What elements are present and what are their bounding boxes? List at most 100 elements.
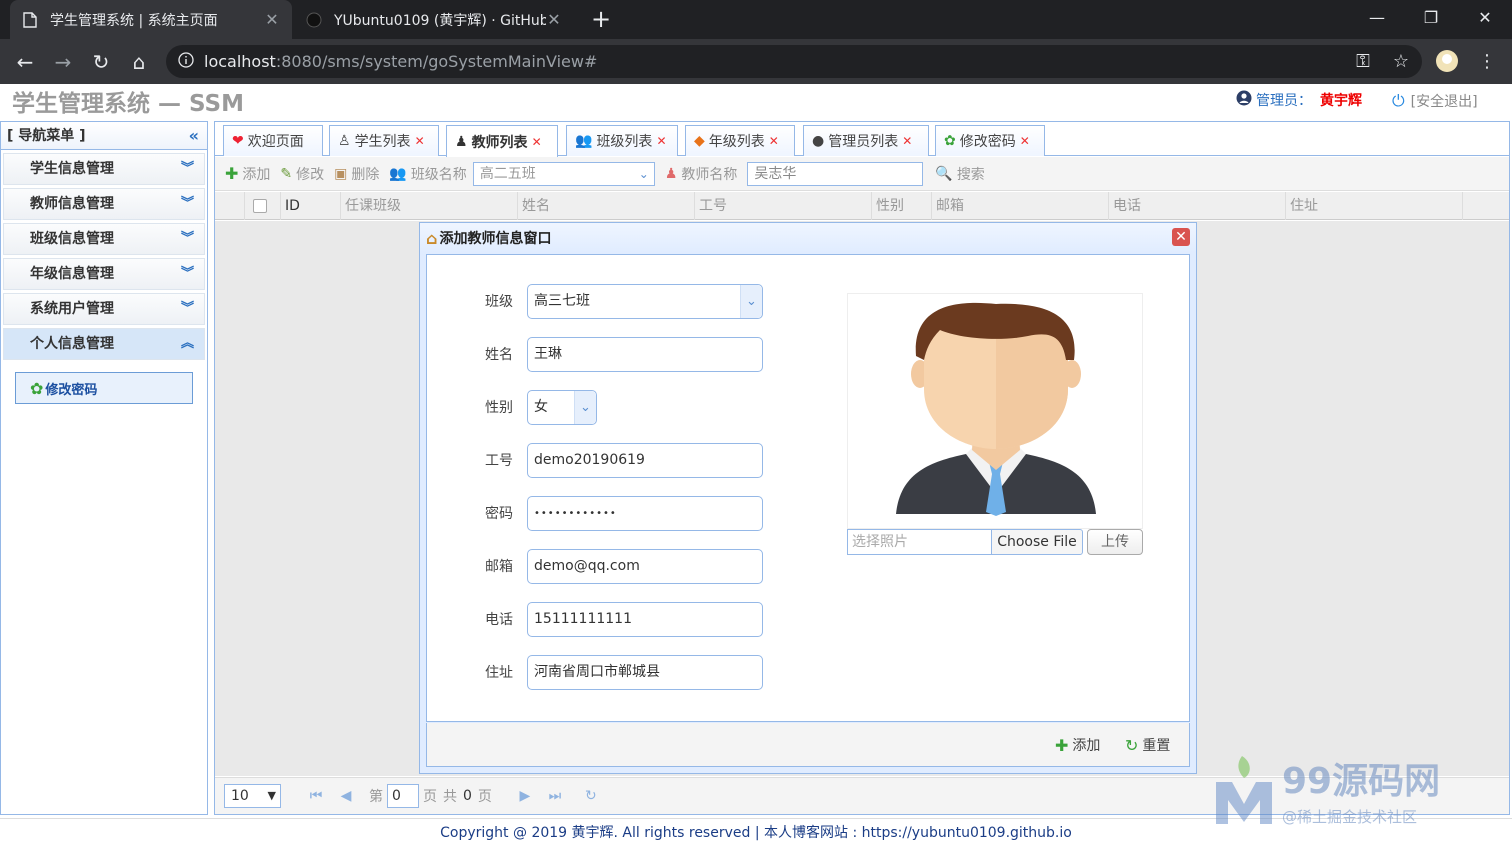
dialog-body: 班级 高三七班 ⌄ 姓名 王琳 性别 女 ⌄ 工号 demo20190619 密码 … (426, 254, 1190, 722)
tab-change-password[interactable]: ✿ 修改密码 ✕ (935, 125, 1045, 156)
choose-file-button[interactable]: Choose File (991, 529, 1083, 555)
tab-admin-list[interactable]: ● 管理员列表 ✕ (803, 125, 929, 156)
key-icon[interactable]: ⚿ (1348, 46, 1378, 76)
close-icon[interactable]: ✕ (656, 134, 666, 148)
collapse-left-icon[interactable]: « (189, 122, 199, 150)
col-id[interactable]: ID (281, 192, 341, 220)
col-address[interactable]: 住址 (1286, 192, 1463, 220)
close-icon[interactable]: ✕ (415, 134, 425, 148)
nav-item-grade[interactable]: 年级信息管理 ︾ (3, 258, 205, 290)
close-icon[interactable]: ✕ (532, 135, 542, 149)
close-icon[interactable]: ✕ (902, 134, 912, 148)
dialog-header: ⌂ 添加教师信息窗口 ✕ (420, 223, 1196, 253)
admin-label: 管理员： (1256, 93, 1312, 109)
browser-tab-active[interactable]: 学生管理系统 | 系统主页面 ✕ (10, 0, 292, 39)
name-input[interactable]: 王琳 (527, 336, 763, 372)
next-page-icon[interactable]: ▶ (510, 788, 540, 804)
logout-link[interactable]: ⏻ [安全退出] (1392, 91, 1478, 111)
nav-header: [ 导航菜单 ] « (1, 122, 207, 150)
total-suffix: 页 (477, 789, 492, 805)
tab-student-list[interactable]: ♙ 学生列表 ✕ (329, 125, 439, 156)
upload-button[interactable]: 上传 (1087, 529, 1143, 555)
col-number[interactable]: 工号 (695, 192, 872, 220)
phone-input[interactable]: 15111111111 (527, 601, 763, 637)
nav-item-system-user[interactable]: 系统用户管理 ︾ (3, 293, 205, 325)
first-page-icon[interactable]: ⏮ (301, 788, 331, 804)
teacher-photo (847, 293, 1143, 529)
gender-select[interactable]: 女 ⌄ (527, 389, 597, 425)
nav-item-personal[interactable]: 个人信息管理 ︽ (3, 328, 205, 360)
photo-upload-row: 选择照片 Choose File 上传 (847, 529, 1143, 555)
col-class[interactable]: 任课班级 (341, 192, 518, 220)
info-icon (178, 51, 194, 72)
field-phone: 电话 15111111111 (427, 601, 763, 637)
window-close-icon[interactable]: ✕ (1458, 0, 1512, 34)
number-input[interactable]: demo20190619 (527, 442, 763, 478)
prev-page-icon[interactable]: ◀ (331, 788, 361, 804)
nav-item-student[interactable]: 学生信息管理 ︾ (3, 153, 205, 185)
back-icon[interactable]: ← (10, 47, 40, 77)
tab-grade-list[interactable]: ◆ 年级列表 ✕ (685, 125, 795, 156)
teacher-filter-input[interactable]: 吴志华 (747, 161, 924, 186)
chevron-down-icon: ⌄ (574, 390, 596, 424)
group-icon: 👥 (389, 165, 407, 182)
nav-sub-change-password[interactable]: ✿ 修改密码 (15, 372, 193, 404)
tab-welcome[interactable]: ❤ 欢迎页面 (223, 125, 323, 156)
page-size-select[interactable]: 10 ▼ (224, 784, 281, 808)
email-input[interactable]: demo@qq.com (527, 548, 763, 584)
forward-icon[interactable]: → (48, 47, 78, 77)
col-name[interactable]: 姓名 (518, 192, 695, 220)
tab-class-list[interactable]: 👥 班级列表 ✕ (566, 125, 678, 156)
field-number: 工号 demo20190619 (427, 442, 763, 478)
github-icon: ● (812, 133, 825, 149)
delete-button[interactable]: ▣ 删除 (334, 164, 379, 184)
field-address: 住址 河南省周口市郸城县 (427, 654, 763, 690)
tab-title: 学生管理系统 | 系统主页面 (50, 12, 218, 29)
reload-icon[interactable]: ↻ (86, 47, 116, 77)
new-tab-button[interactable]: + (588, 6, 614, 32)
avatar[interactable] (1432, 46, 1462, 76)
field-name: 姓名 王琳 (427, 336, 763, 372)
close-icon[interactable]: ✕ (769, 134, 779, 148)
minimize-icon[interactable]: — (1350, 0, 1404, 34)
gear-icon: ✿ (944, 133, 956, 149)
datagrid-header: ID 任课班级 姓名 工号 性别 邮箱 电话 住址 (215, 192, 1509, 220)
address-input[interactable]: 河南省周口市郸城县 (527, 654, 763, 690)
restore-icon[interactable]: ❐ (1404, 0, 1458, 34)
select-all-checkbox[interactable] (245, 192, 281, 220)
refresh-icon[interactable]: ↻ (576, 788, 606, 804)
edit-button[interactable]: ✎ 修改 (280, 164, 324, 184)
class-filter-select[interactable]: 高二五班 ⌄ (472, 161, 655, 186)
page-number-input[interactable]: 0 (387, 784, 419, 808)
star-icon[interactable]: ☆ (1386, 46, 1416, 76)
search-button[interactable]: 🔍 搜索 (935, 164, 984, 184)
browser-tab-github[interactable]: YUbuntu0109 (黄宇辉) · GitHub ✕ (294, 0, 574, 39)
class-select[interactable]: 高三七班 ⌄ (527, 283, 763, 319)
close-icon[interactable]: ✕ (546, 10, 562, 29)
address-bar[interactable]: localhost:8080/sms/system/goSystemMainVi… (166, 45, 1422, 78)
github-icon (306, 12, 322, 28)
page-icon (22, 11, 38, 28)
add-button[interactable]: ✚ 添加 (225, 164, 270, 184)
dialog-close-button[interactable]: ✕ (1172, 228, 1190, 246)
nav-item-class[interactable]: 班级信息管理 ︾ (3, 223, 205, 255)
nav-item-teacher[interactable]: 教师信息管理 ︾ (3, 188, 205, 220)
dialog-reset-button[interactable]: ↻ 重置 (1125, 735, 1170, 755)
menu-icon[interactable]: ⋮ (1472, 46, 1502, 76)
close-icon[interactable]: ✕ (1020, 134, 1030, 148)
tab-teacher-list[interactable]: ♟ 教师列表 ✕ (446, 125, 558, 157)
watermark-logo-icon (1216, 756, 1272, 824)
col-email[interactable]: 邮箱 (932, 192, 1109, 220)
close-icon[interactable]: ✕ (264, 10, 280, 29)
admin-name: 黄宇辉 (1320, 93, 1362, 109)
last-page-icon[interactable]: ⏭ (540, 788, 570, 804)
password-input[interactable]: •••••••••••• (527, 495, 763, 531)
col-gender[interactable]: 性别 (872, 192, 932, 220)
dialog-add-button[interactable]: ✚ 添加 (1055, 735, 1100, 755)
tab-title: YUbuntu0109 (黄宇辉) · GitHub (334, 12, 546, 29)
col-phone[interactable]: 电话 (1109, 192, 1286, 220)
field-email: 邮箱 demo@qq.com (427, 548, 763, 584)
photo-filename-input[interactable]: 选择照片 (847, 529, 991, 555)
search-icon: 🔍 (935, 165, 953, 182)
home-icon[interactable]: ⌂ (124, 47, 154, 77)
